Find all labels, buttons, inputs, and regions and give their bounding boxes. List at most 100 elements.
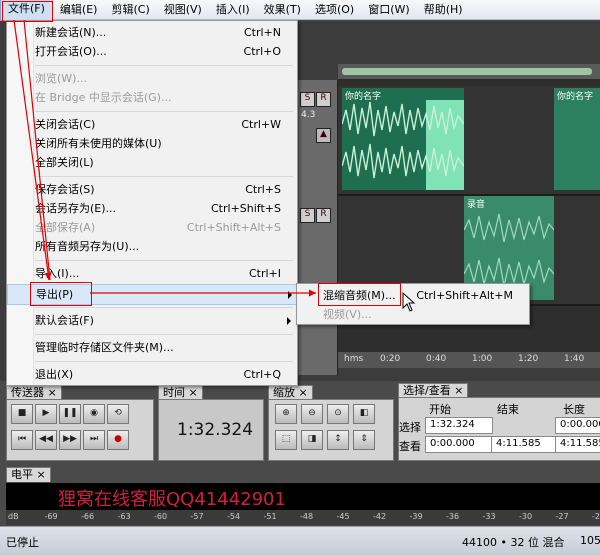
file-menu-item[interactable]: 会话另存为(E)... Ctrl+Shift+S	[7, 199, 297, 218]
status-bar: 已停止 44100 • 32 位 混合 105.	[0, 526, 600, 555]
transport-panel: ■ ▶ ❚❚ ◉ ⟲ ⏮ ◀◀ ▶▶ ⏭ ●	[6, 399, 154, 461]
scale-label: -54	[227, 512, 241, 521]
file-menu-item[interactable]: 浏览(W)...	[7, 69, 297, 88]
menu-item[interactable]: 选项(O)	[308, 0, 361, 20]
scale-label: -66	[81, 512, 95, 521]
fast-forward-button[interactable]: ▶▶	[59, 430, 81, 450]
file-menu-item[interactable]: 保存会话(S) Ctrl+S	[7, 180, 297, 199]
annotation-box-file	[2, 1, 53, 22]
menu-separator	[35, 334, 293, 335]
row-view-label: 查看	[399, 440, 421, 453]
mouse-cursor-icon	[402, 292, 416, 312]
file-menu-item[interactable]: 退出(X) Ctrl+Q	[7, 365, 297, 384]
scale-label: -51	[263, 512, 277, 521]
view-length-field[interactable]: 4:11.585	[555, 436, 600, 453]
zoom-out-icon[interactable]: ⊖	[301, 404, 323, 424]
file-menu-item[interactable]: 默认会话(F)	[7, 311, 297, 330]
menu-item[interactable]: 插入(I)	[209, 0, 257, 20]
menu-item[interactable]: 效果(T)	[257, 0, 308, 20]
loop-button[interactable]: ⟲	[107, 404, 129, 424]
col-length-label: 长度	[563, 403, 585, 416]
menu-item[interactable]: 视图(V)	[157, 0, 209, 20]
go-to-start-button[interactable]: ⏮	[11, 430, 33, 450]
tab-level[interactable]: 电平 ×	[6, 467, 51, 482]
time-ruler[interactable]: hms 0:20 0:40 1:00 1:20 1:40	[338, 352, 600, 368]
scale-label: -30	[519, 512, 533, 521]
tab-label: 选择/查看	[403, 384, 451, 397]
tab-label: 时间	[163, 386, 185, 399]
zoom-vertical-in-icon[interactable]: ↕	[327, 430, 349, 450]
record-transport-button[interactable]: ●	[107, 430, 129, 450]
audio-clip[interactable]: 你的名字	[554, 88, 600, 190]
scale-label: -45	[336, 512, 350, 521]
file-menu-item[interactable]: 打开会话(O)... Ctrl+O	[7, 42, 297, 61]
file-menu-item[interactable]: 所有音频另存为(U)...	[7, 237, 297, 256]
stop-button[interactable]: ■	[11, 404, 33, 424]
play-from-cursor-button[interactable]: ◉	[83, 404, 105, 424]
scale-label: -24	[592, 512, 600, 521]
track-arrow[interactable]: ▲	[316, 128, 331, 143]
select-length-field[interactable]: 0:00.000	[555, 417, 600, 434]
submenu-arrow-icon	[288, 291, 292, 299]
menu-item-label: 打开会话(O)...	[35, 45, 107, 58]
pause-button[interactable]: ❚❚	[59, 404, 81, 424]
menu-item-shortcut: Ctrl+W	[241, 118, 281, 131]
file-menu-item[interactable]: 关闭会话(C) Ctrl+W	[7, 115, 297, 134]
menu-item-shortcut: Ctrl+Shift+S	[211, 202, 281, 215]
file-menu-item[interactable]: 全部保存(A) Ctrl+Shift+Alt+S	[7, 218, 297, 237]
play-button[interactable]: ▶	[35, 404, 57, 424]
zoom-selection-icon[interactable]: ⬚	[275, 430, 297, 450]
file-menu-item[interactable]: 在 Bridge 中显示会话(G)...	[7, 88, 297, 107]
go-to-end-button[interactable]: ⏭	[83, 430, 105, 450]
track-number: 4.3	[301, 110, 316, 120]
tab-zoom[interactable]: 缩放 ×	[268, 385, 313, 400]
menu-item[interactable]: 窗口(W)	[361, 0, 416, 20]
menu-separator	[35, 111, 293, 112]
track-lane-1[interactable]: 你的名字 你的名字	[338, 86, 600, 196]
tab-transport[interactable]: 传送器 ×	[6, 385, 62, 400]
menu-separator	[35, 361, 293, 362]
file-menu-item[interactable]: 全部关闭(L)	[7, 153, 297, 172]
file-menu-item[interactable]: 新建会话(N)... Ctrl+N	[7, 23, 297, 42]
solo-button-2[interactable]: S	[300, 208, 315, 223]
menu-item-label: 新建会话(N)...	[35, 26, 107, 39]
file-menu-item[interactable]: 关闭所有未使用的媒体(U)	[7, 134, 297, 153]
tab-selection[interactable]: 选择/查看 ×	[398, 383, 469, 398]
tab-time[interactable]: 时间 ×	[158, 385, 203, 400]
ruler-label: 1:00	[472, 354, 493, 364]
solo-button[interactable]: S	[300, 92, 315, 107]
menu-item-label: 在 Bridge 中显示会话(G)...	[35, 91, 172, 104]
annotation-box-mixdown	[318, 283, 401, 306]
time-panel: 1:32.324	[158, 399, 264, 461]
menu-item-label: 保存会话(S)	[35, 183, 95, 196]
level-scale: dB -69 -66 -63 -60 -57 -54 -51 -48 -45 -42 -39 -36 -3…	[6, 510, 600, 525]
view-end-field[interactable]: 4:11.585	[491, 436, 559, 453]
scale-label: -36	[446, 512, 460, 521]
menu-item[interactable]: 编辑(E)	[53, 0, 105, 20]
rewind-button[interactable]: ◀◀	[35, 430, 57, 450]
view-start-field[interactable]: 0:00.000	[425, 436, 493, 453]
record-button[interactable]: R	[316, 92, 331, 107]
zoom-right-icon[interactable]: ◨	[301, 430, 323, 450]
status-right: 105.	[580, 534, 600, 547]
tab-label: 电平	[11, 468, 33, 481]
file-menu-item[interactable]: 管理临时存储区文件夹(M)...	[7, 338, 297, 357]
col-end-label: 结束	[497, 403, 519, 416]
record-button-2[interactable]: R	[316, 208, 331, 223]
zoom-left-icon[interactable]: ◧	[353, 404, 375, 424]
zoom-vertical-out-icon[interactable]: ⇕	[353, 430, 375, 450]
submenu-arrow-icon	[287, 317, 291, 325]
menu-item-label: 默认会话(F)	[35, 314, 94, 327]
select-start-field[interactable]: 1:32.324	[425, 417, 493, 434]
file-menu-item[interactable]: 导入(I)... Ctrl+I	[7, 264, 297, 283]
scale-label: -63	[117, 512, 131, 521]
audio-clip[interactable]: 你的名字	[342, 88, 464, 190]
zoom-in-icon[interactable]: ⊕	[275, 404, 297, 424]
menu-separator	[35, 176, 293, 177]
zoom-full-icon[interactable]: ⊙	[327, 404, 349, 424]
tab-label: 缩放	[273, 386, 295, 399]
menu-item[interactable]: 剪辑(C)	[104, 0, 156, 20]
overview-ruler[interactable]	[338, 64, 600, 80]
menu-separator	[35, 65, 293, 66]
menu-item[interactable]: 帮助(H)	[417, 0, 470, 20]
